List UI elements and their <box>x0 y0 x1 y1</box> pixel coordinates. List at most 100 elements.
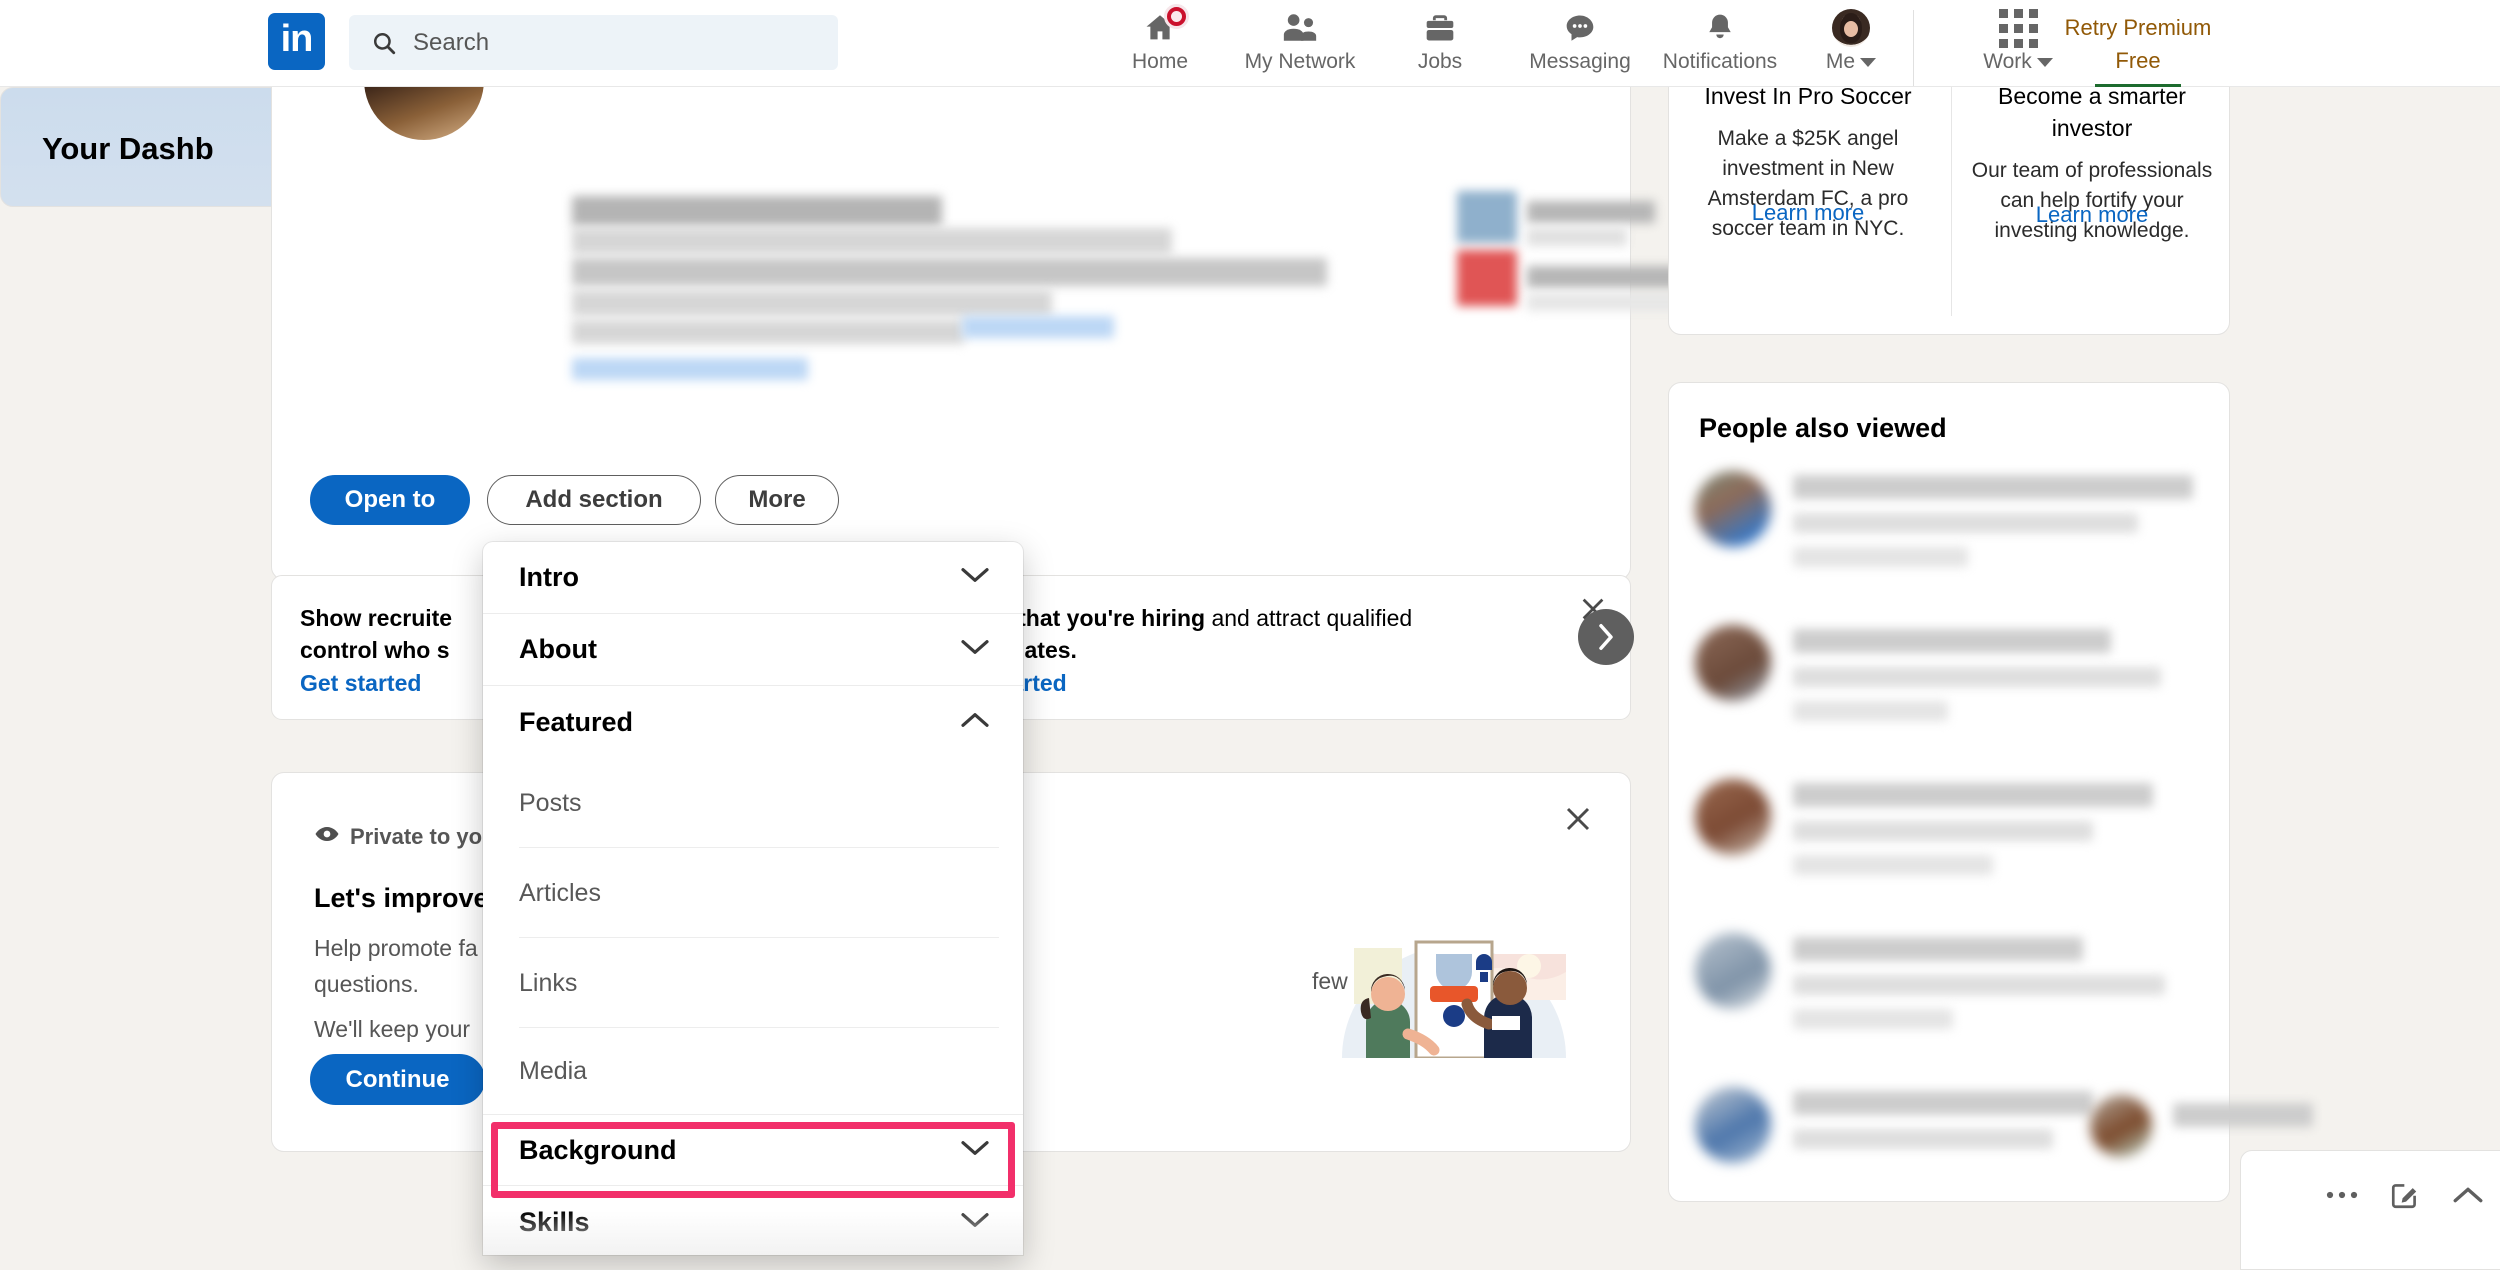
dropdown-section-label: Background <box>519 1134 677 1165</box>
person-meta-blurred <box>1793 701 1948 721</box>
dropdown-item-posts[interactable]: Posts <box>483 758 1023 848</box>
avatar <box>2090 1095 2152 1157</box>
chevron-down-icon <box>959 1138 991 1163</box>
dropdown-section-skills[interactable]: Skills <box>483 1186 1023 1255</box>
person-meta-blurred <box>1793 855 1993 875</box>
ad-become-a-smarter-investor[interactable]: Become a smarter investor Our team of pr… <box>1959 80 2225 246</box>
people-also-viewed-card: People also viewed <box>1668 382 2313 1202</box>
chevron-down-icon <box>2036 57 2053 67</box>
chevron-down-icon <box>959 637 991 662</box>
list-item[interactable] <box>1695 1081 2313 1229</box>
top-navigation-bar: in Search Home My Network Jobs Messaging… <box>0 0 2500 87</box>
more-options-icon[interactable] <box>2325 1189 2359 1201</box>
chevron-down-icon <box>959 565 991 590</box>
privacy-row: Private to yo <box>314 821 482 852</box>
ads-card: Invest In Pro Soccer Make a $25K angel i… <box>1668 57 2230 335</box>
ad-invest-in-pro-soccer[interactable]: Invest In Pro Soccer Make a $25K angel i… <box>1675 80 1941 244</box>
home-icon <box>1142 4 1189 47</box>
promo-card-hiring[interactable]: re that you're hiring and attract qualif… <box>961 575 1631 720</box>
add-section-button[interactable]: Add section <box>487 475 701 525</box>
search-input[interactable]: Search <box>349 15 838 70</box>
compose-message-icon[interactable] <box>2389 1179 2421 1211</box>
avatar-icon <box>1832 9 1870 47</box>
dropdown-section-featured[interactable]: Featured <box>483 686 1023 758</box>
nav-item-my-network[interactable]: My Network <box>1230 0 1370 87</box>
premium-line-1: Retry Premium <box>2064 15 2212 40</box>
dropdown-section-intro[interactable]: Intro <box>483 542 1023 614</box>
person-name-blurred <box>1793 937 2083 961</box>
ads-divider <box>1951 72 1952 316</box>
privacy-label: Private to yo <box>350 823 483 849</box>
person-meta-blurred <box>1793 547 1968 567</box>
avatar <box>1695 1087 1771 1163</box>
dropdown-item-label: Links <box>519 968 578 997</box>
nav-item-jobs[interactable]: Jobs <box>1370 0 1510 87</box>
chevron-up-icon <box>959 710 991 735</box>
person-name-blurred <box>1793 475 2193 499</box>
promo-left-line2: control who s <box>300 637 450 663</box>
ad-learn-more-link[interactable]: Learn more <box>1675 200 1941 226</box>
avatar <box>1695 933 1771 1009</box>
chevron-down-icon <box>959 1210 991 1235</box>
dropdown-section-label: About <box>519 634 597 664</box>
messaging-bar[interactable] <box>2240 1150 2500 1270</box>
messaging-bar-icons <box>2325 1179 2485 1211</box>
dropdown-item-media[interactable]: Media <box>483 1028 1023 1114</box>
open-to-button[interactable]: Open to <box>310 475 470 525</box>
person-headline-blurred <box>1793 975 2165 995</box>
nav-item-me[interactable]: Me <box>1790 0 1912 87</box>
list-item[interactable] <box>1695 619 2205 767</box>
ad-body: Make a $25K angel investment in New Amst… <box>1707 127 1909 240</box>
nav-item-notifications[interactable]: Notifications <box>1650 0 1790 87</box>
nav-item-messaging[interactable]: Messaging <box>1510 0 1650 87</box>
ad-body: Our team of professionals can help forti… <box>1971 159 2213 242</box>
person-headline-blurred <box>1793 1129 2053 1149</box>
premium-line-2: Free <box>2115 48 2161 73</box>
demographic-heading: Let's improve <box>314 883 489 913</box>
nav-item-label: Home <box>1131 50 1189 73</box>
nav-divider <box>1913 10 1914 86</box>
ad-learn-more-link[interactable]: Learn more <box>1959 202 2225 228</box>
eye-icon <box>314 821 340 852</box>
promo-right-rest: and attract qualified <box>1205 605 1413 631</box>
people-with-poster-illustration <box>1324 858 1584 1060</box>
nav-item-label: Messaging <box>1529 50 1631 73</box>
message-bubble-icon <box>1562 9 1598 47</box>
promo-left-line1: Show recruite <box>300 605 453 631</box>
nav-item-label: My Network <box>1244 50 1356 73</box>
nav-item-label: Me <box>1826 50 1877 74</box>
carousel-next-button[interactable] <box>1578 609 1634 665</box>
dropdown-section-about[interactable]: About <box>483 614 1023 686</box>
list-item[interactable] <box>1695 465 2205 613</box>
avatar <box>1832 9 1870 47</box>
chevron-up-icon[interactable] <box>2451 1184 2485 1206</box>
nav-items: Home My Network Jobs Messaging Notificat… <box>1090 0 2082 87</box>
nav-item-home[interactable]: Home <box>1090 0 1230 87</box>
list-item[interactable] <box>1695 773 2205 921</box>
add-section-dropdown: Intro About Featured Posts Articles Link… <box>483 542 1023 1255</box>
continue-button[interactable]: Continue <box>310 1054 485 1105</box>
person-meta-blurred <box>1793 1009 1953 1029</box>
dropdown-section-label: Intro <box>519 562 579 592</box>
app-grid-icon <box>1998 8 2038 48</box>
promo-left-link[interactable]: Get started <box>300 670 421 697</box>
close-icon[interactable] <box>1562 803 1594 840</box>
dropdown-section-label: Skills <box>519 1206 590 1237</box>
briefcase-icon <box>1423 9 1457 47</box>
search-icon <box>371 30 397 56</box>
more-button[interactable]: More <box>715 475 839 525</box>
home-notification-badge <box>1164 4 1189 29</box>
list-item[interactable] <box>1695 927 2205 1075</box>
people-also-viewed-title: People also viewed <box>1699 413 1947 443</box>
linkedin-logo[interactable]: in <box>268 13 325 70</box>
person-headline-blurred <box>1793 821 2093 841</box>
people-icon <box>1281 9 1319 47</box>
chevron-down-icon <box>1860 57 1877 67</box>
dropdown-item-links[interactable]: Links <box>483 938 1023 1028</box>
dropdown-section-background[interactable]: Background <box>483 1114 1023 1186</box>
premium-underline <box>2095 84 2181 87</box>
dropdown-item-articles[interactable]: Articles <box>483 848 1023 938</box>
person-name-blurred <box>1793 1091 2093 1115</box>
retry-premium-link[interactable]: Retry Premium Free <box>2058 11 2218 77</box>
bell-icon <box>1703 9 1737 47</box>
